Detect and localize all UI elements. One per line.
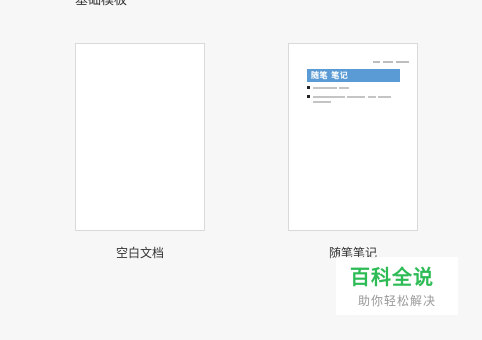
template-essay-notes[interactable]: 随笔 笔记	[288, 43, 418, 231]
watermark-title: 百科全说	[350, 265, 434, 289]
thumbnail-text-line	[313, 101, 331, 103]
thumbnail-date-line	[373, 61, 409, 64]
template-blank-document[interactable]	[75, 43, 205, 231]
thumbnail-text-line	[339, 87, 349, 89]
watermark-subtitle: 助你轻松解决	[358, 294, 437, 308]
thumbnail-title: 随笔 笔记	[311, 71, 349, 80]
thumbnail-text-line	[378, 96, 391, 98]
blank-page-preview	[76, 44, 204, 230]
thumbnail-bullet	[307, 95, 310, 98]
thumbnail-title-bar: 随笔 笔记	[307, 69, 400, 82]
section-title: 基础模板	[75, 0, 128, 8]
thumbnail-text-line	[313, 87, 337, 89]
thumbnail-text-line	[347, 96, 365, 98]
thumbnail-text-line	[368, 96, 376, 98]
watermark: 百科全说 助你轻松解决	[336, 257, 458, 315]
thumbnail-text-line	[313, 96, 345, 98]
template-label-blank[interactable]: 空白文档	[116, 244, 164, 261]
thumbnail-bullet	[307, 86, 310, 89]
